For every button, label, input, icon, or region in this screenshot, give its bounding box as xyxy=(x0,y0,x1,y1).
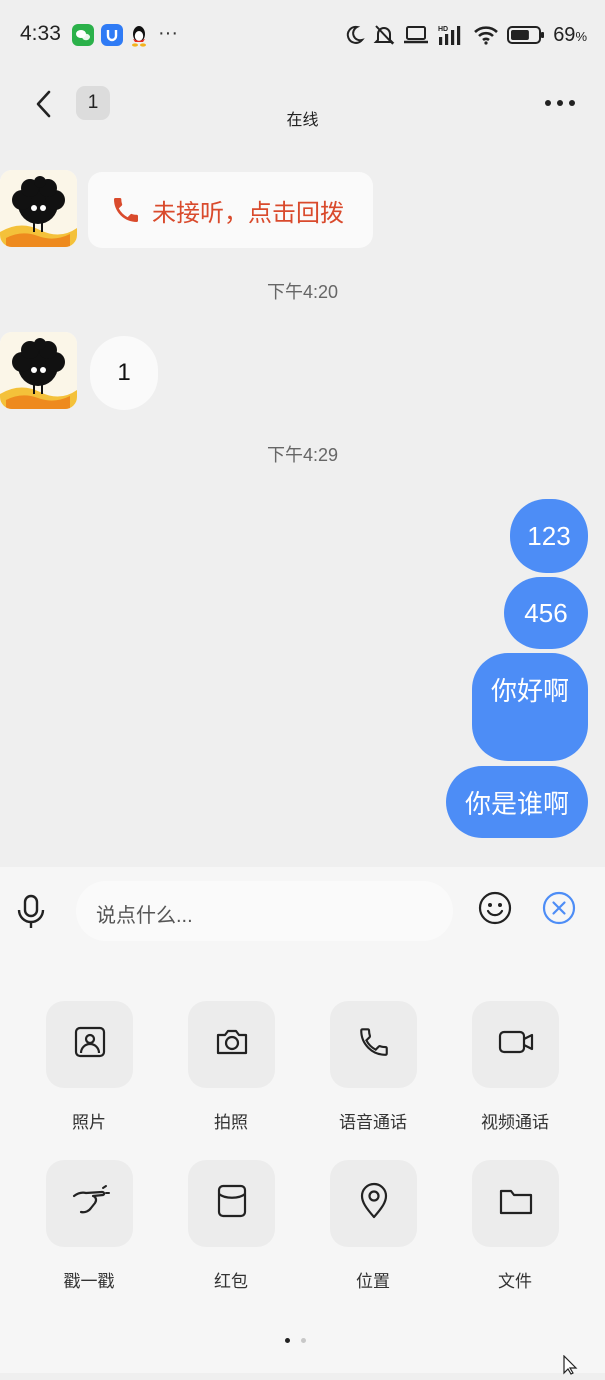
message-input[interactable]: 说点什么... xyxy=(76,881,453,941)
camera-button[interactable] xyxy=(188,1001,275,1088)
voice-call-label: 语音通话 xyxy=(339,1113,407,1132)
phone-missed-icon xyxy=(110,194,142,226)
file-button[interactable] xyxy=(472,1160,559,1247)
chat-header: 1 在线 xyxy=(0,70,605,150)
message-input-placeholder: 说点什么... xyxy=(96,905,193,927)
microphone-icon[interactable] xyxy=(16,894,46,930)
outgoing-message-bubble[interactable]: 你好啊 xyxy=(472,653,588,761)
wifi-icon xyxy=(473,25,499,45)
emoji-icon[interactable] xyxy=(478,891,512,925)
status-overflow: ··· xyxy=(158,22,178,44)
battery-percent-unit: % xyxy=(575,28,587,44)
contact-avatar[interactable] xyxy=(0,170,77,247)
contact-avatar[interactable] xyxy=(0,332,77,409)
battery-fill xyxy=(511,30,530,40)
red-packet-icon xyxy=(216,1183,248,1224)
hd-label: HD xyxy=(438,26,448,33)
location-icon xyxy=(358,1182,390,1225)
security-app-icon xyxy=(101,24,123,46)
outgoing-message-bubble[interactable]: 456 xyxy=(504,577,588,649)
battery-icon xyxy=(507,26,545,44)
phone-icon xyxy=(357,1025,391,1064)
status-time: 4:33 xyxy=(20,22,61,45)
more-options-button[interactable] xyxy=(545,96,575,110)
incoming-message-bubble[interactable]: 1 xyxy=(90,336,158,410)
page-indicator-active xyxy=(285,1338,290,1343)
timestamp: 下午4:20 xyxy=(266,282,339,302)
location-label: 位置 xyxy=(356,1272,390,1291)
moon-icon xyxy=(343,24,365,46)
missed-call-text: 未接听，点击回拨 xyxy=(152,199,344,227)
camera-icon xyxy=(214,1025,250,1064)
poke-button[interactable] xyxy=(46,1160,133,1247)
poke-icon xyxy=(70,1184,110,1223)
laptop-icon xyxy=(403,25,429,45)
battery-percent-value: 69 xyxy=(553,23,576,46)
photo-icon xyxy=(73,1025,107,1064)
contact-status: 在线 xyxy=(286,112,319,129)
cellular-signal-icon: HD xyxy=(437,23,465,47)
status-bar: 4:33 ··· HD 69% xyxy=(0,0,605,70)
wechat-icon xyxy=(72,24,94,46)
file-label: 文件 xyxy=(498,1272,532,1291)
folder-icon xyxy=(498,1186,534,1221)
photo-button[interactable] xyxy=(46,1001,133,1088)
red-packet-button[interactable] xyxy=(188,1160,275,1247)
camera-label: 拍照 xyxy=(214,1113,248,1132)
missed-call-bubble[interactable]: 未接听，点击回拨 xyxy=(88,172,373,248)
mouse-cursor-icon xyxy=(562,1354,582,1380)
video-call-button[interactable] xyxy=(472,1001,559,1088)
qq-icon xyxy=(128,24,150,47)
voice-call-button[interactable] xyxy=(330,1001,417,1088)
location-button[interactable] xyxy=(330,1160,417,1247)
timestamp: 下午4:29 xyxy=(266,445,339,465)
red-packet-label: 红包 xyxy=(214,1272,248,1291)
poke-label: 戳一戳 xyxy=(63,1272,115,1291)
battery-percent: 69% xyxy=(553,24,587,47)
video-icon xyxy=(497,1027,535,1062)
outgoing-message-bubble[interactable]: 你是谁啊 xyxy=(446,766,588,838)
close-panel-icon[interactable] xyxy=(542,891,576,925)
more-dot xyxy=(557,100,563,106)
page-indicator xyxy=(301,1338,306,1343)
video-call-label: 视频通话 xyxy=(481,1113,549,1132)
more-dot xyxy=(545,100,551,106)
outgoing-message-bubble[interactable]: 123 xyxy=(510,499,588,573)
photo-label: 照片 xyxy=(72,1113,106,1132)
more-dot xyxy=(569,100,575,106)
bell-muted-icon xyxy=(373,23,395,47)
